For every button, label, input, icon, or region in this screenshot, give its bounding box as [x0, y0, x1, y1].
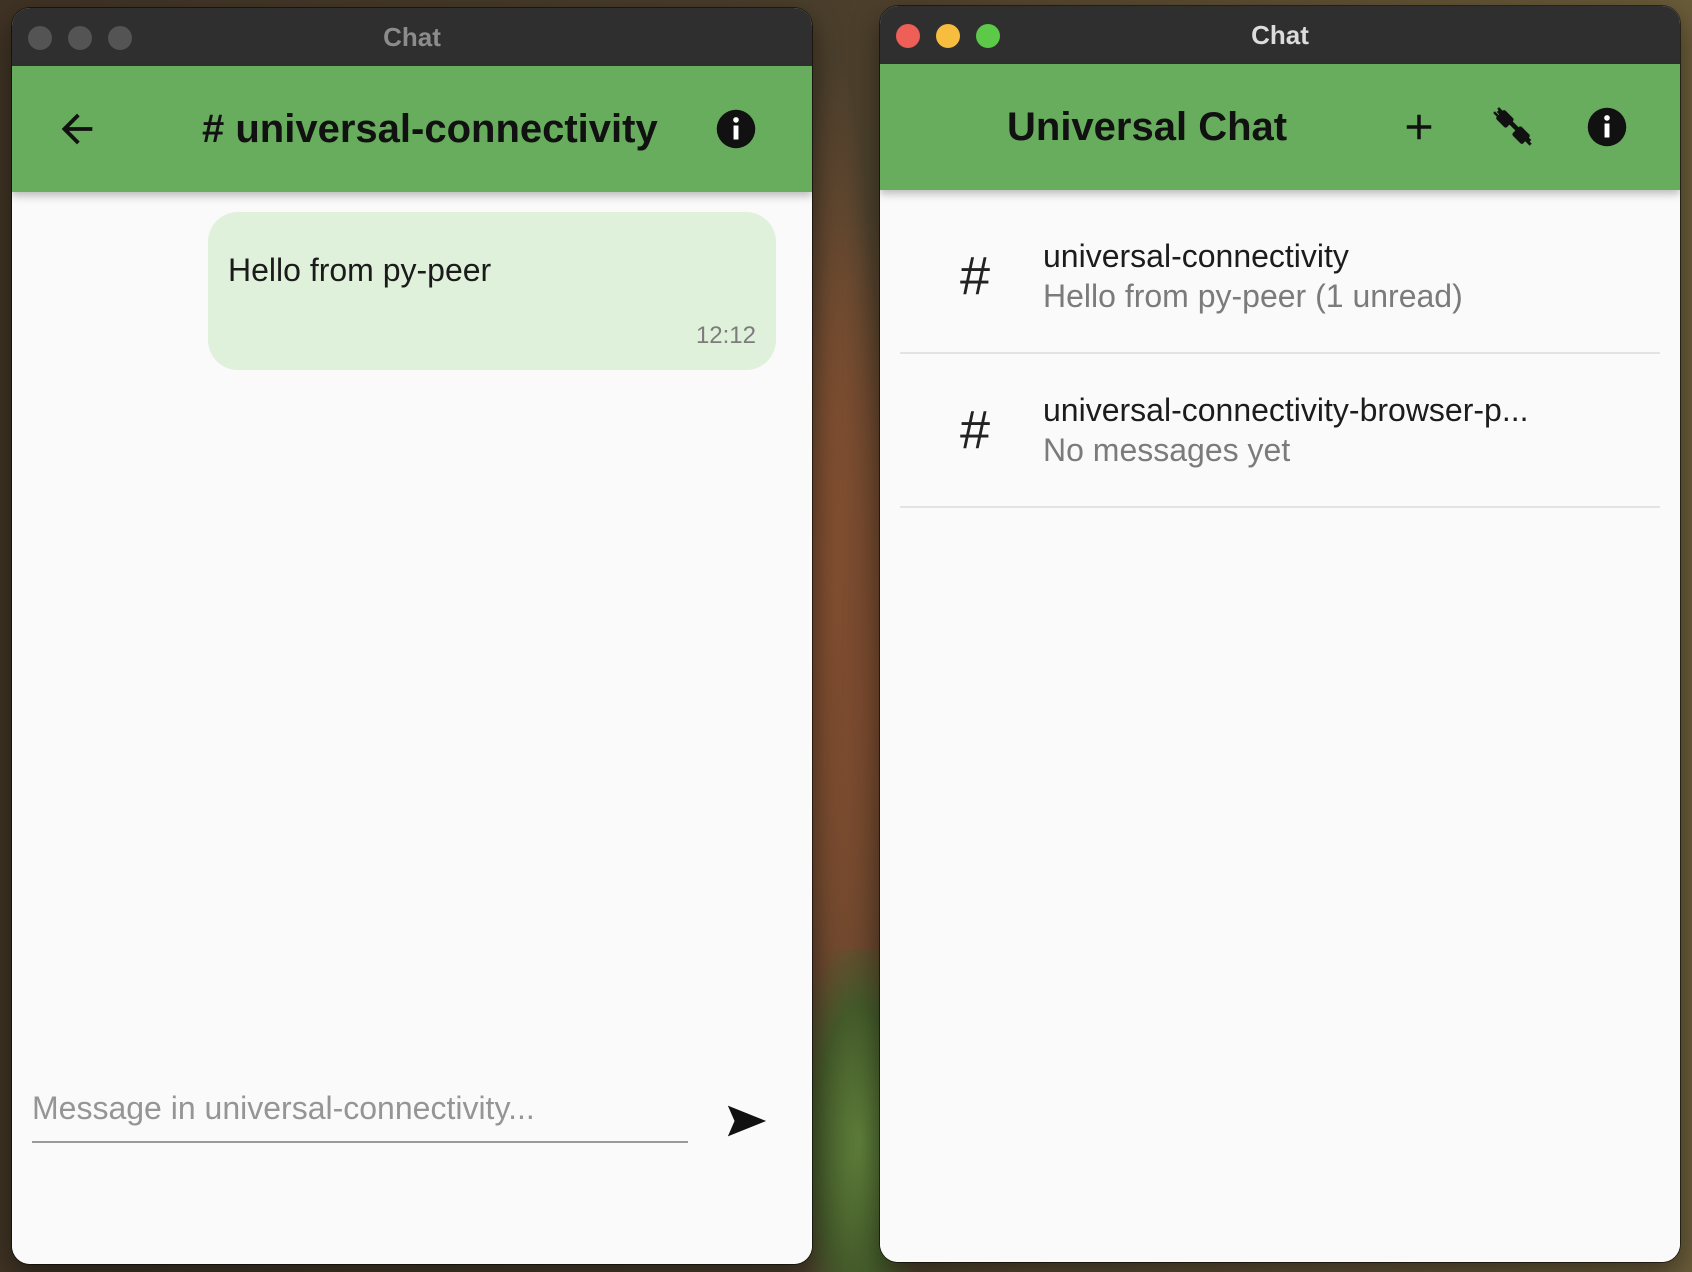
- channel-app-bar: # universal-connectivity: [12, 66, 812, 192]
- send-button[interactable]: [724, 1098, 770, 1144]
- main-app-bar: Universal Chat: [880, 64, 1680, 190]
- add-icon: [1406, 114, 1432, 140]
- message-input[interactable]: [32, 1083, 688, 1133]
- channel-title: # universal-connectivity: [202, 107, 658, 151]
- channel-list-item[interactable]: # universal-connectivity-browser-p... No…: [900, 354, 1660, 508]
- window-titlebar[interactable]: Chat: [12, 8, 812, 67]
- window-title: Chat: [1251, 20, 1309, 50]
- info-icon: [1587, 107, 1627, 147]
- message-bubble[interactable]: Hello from py-peer 12:12: [208, 212, 776, 370]
- add-channel-button[interactable]: [1398, 106, 1440, 148]
- info-icon: [716, 109, 756, 149]
- channel-list[interactable]: # universal-connectivity Hello from py-p…: [880, 190, 1680, 1262]
- app-info-button[interactable]: [1586, 106, 1628, 148]
- message-input-wrapper: [32, 1083, 688, 1143]
- message-timestamp: 12:12: [695, 322, 756, 349]
- arrow-back-icon: [61, 113, 93, 145]
- channel-last-message: Hello from py-peer (1 unread): [1043, 278, 1463, 314]
- window-titlebar[interactable]: Chat: [880, 6, 1680, 65]
- send-icon: [727, 1105, 767, 1137]
- channel-name: universal-connectivity: [1043, 238, 1349, 274]
- channel-info-button[interactable]: [715, 108, 757, 150]
- window-title: Chat: [383, 22, 441, 52]
- channel-last-message: No messages yet: [1043, 432, 1291, 468]
- back-button[interactable]: [54, 106, 100, 152]
- channel-name: universal-connectivity-browser-p...: [1043, 392, 1529, 428]
- chat-channel-window: Chat # universal-connectivity Hello from…: [12, 8, 812, 1264]
- chat-list-window: Chat Universal Chat # universal-connecti…: [880, 6, 1680, 1262]
- hashtag-icon: #: [960, 400, 991, 460]
- disconnect-plug-icon: [1493, 107, 1532, 146]
- message-text: Hello from py-peer: [228, 252, 492, 288]
- app-title: Universal Chat: [1007, 105, 1288, 149]
- disconnect-button[interactable]: [1488, 102, 1538, 152]
- hashtag-icon: #: [960, 246, 991, 306]
- channel-list-item[interactable]: # universal-connectivity Hello from py-p…: [900, 200, 1660, 354]
